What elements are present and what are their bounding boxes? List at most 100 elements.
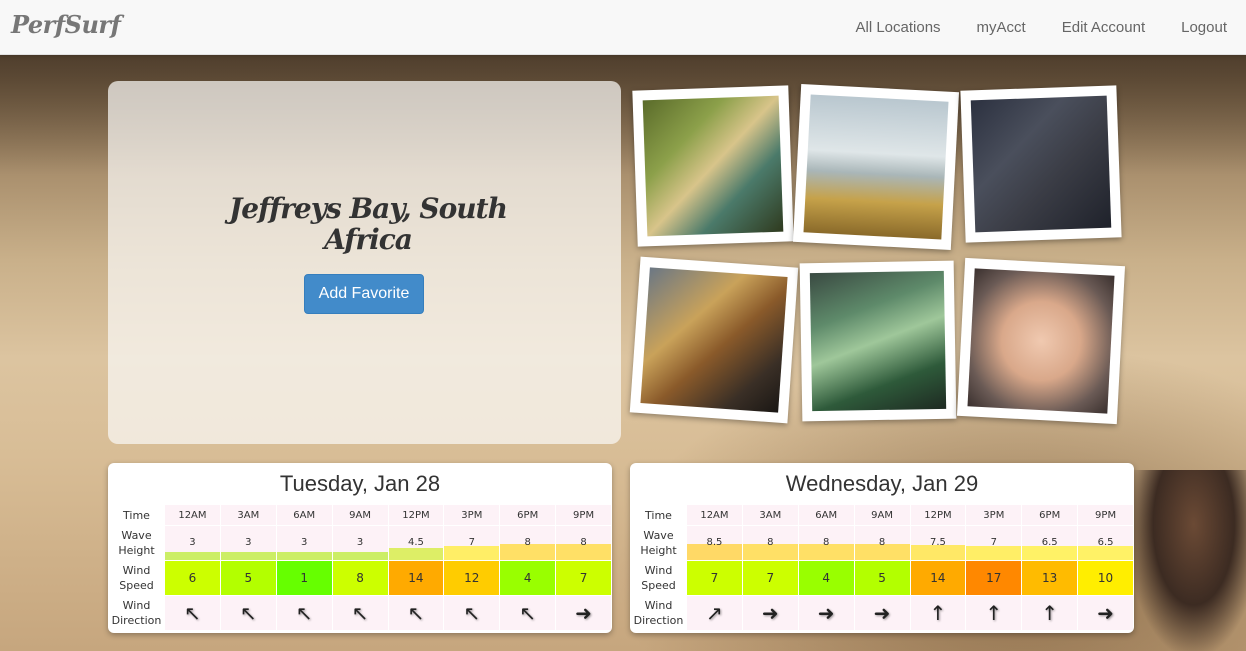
wave-height-value: 8 bbox=[823, 536, 830, 548]
nav-myacct-link[interactable]: myAcct bbox=[977, 19, 1026, 36]
time-cell: 6PM bbox=[500, 505, 556, 525]
wind-speed-cell: 5 bbox=[220, 561, 276, 595]
time-cell: 12PM bbox=[910, 505, 966, 525]
wind-speed-cell: 4 bbox=[500, 561, 556, 595]
wind-direction-cell: ↑ bbox=[966, 596, 1022, 630]
wind-direction-label: Wind Direction bbox=[631, 596, 686, 630]
wave-height-bar bbox=[966, 546, 1022, 560]
nav-all-locations-link[interactable]: All Locations bbox=[855, 19, 940, 36]
forecast-day-title: Tuesday, Jan 28 bbox=[279, 471, 441, 496]
time-cell: 6AM bbox=[276, 505, 332, 525]
time-row: Time 12AM 3AM 6AM 9AM 12PM 3PM 6PM 9PM bbox=[109, 505, 611, 525]
time-cell: 12AM bbox=[165, 505, 220, 525]
wind-speed-cell: 12 bbox=[444, 561, 500, 595]
time-cell: 3PM bbox=[444, 505, 500, 525]
wave-height-value: 3 bbox=[356, 536, 364, 548]
time-cell: 3AM bbox=[742, 505, 798, 525]
location-title: Jeffreys Bay, South Africa bbox=[229, 192, 508, 256]
wind-speed-label: Wind Speed bbox=[631, 561, 686, 595]
wave-height-bar bbox=[332, 552, 388, 560]
brand-logo[interactable]: PerfSurf bbox=[11, 10, 121, 39]
wind-speed-label: Wind Speed bbox=[109, 561, 164, 595]
wind-direction-cell: ➜ bbox=[1078, 596, 1133, 630]
wave-height-cell: 7 bbox=[444, 526, 500, 560]
photo-thumbnail[interactable] bbox=[629, 256, 799, 424]
wave-height-cell: 6.5 bbox=[1078, 526, 1133, 560]
background-surfer-photo bbox=[1130, 470, 1246, 651]
wave-height-cell: 3 bbox=[276, 526, 332, 560]
arrow-up-icon: ↑ bbox=[1041, 601, 1059, 625]
arrow-up-icon: ↑ bbox=[929, 601, 947, 625]
forecast-table: Time 12AM 3AM 6AM 9AM 12PM 3PM 6PM 9PM Wave Hei… bbox=[108, 504, 612, 631]
wind-speed-cell: 7 bbox=[742, 561, 798, 595]
arrow-right-icon: ➜ bbox=[817, 601, 835, 625]
wind-speed-cell: 14 bbox=[910, 561, 966, 595]
wind-direction-cell: ↖ bbox=[165, 596, 220, 630]
add-favorite-button[interactable]: Add Favorite bbox=[304, 274, 424, 314]
wind-speed-cell: 13 bbox=[1022, 561, 1078, 595]
wave-height-label: Wave Height bbox=[109, 526, 164, 560]
photo-image bbox=[640, 267, 788, 413]
wind-direction-cell: ➜ bbox=[798, 596, 854, 630]
photo-image bbox=[967, 268, 1115, 414]
wind-speed-cell: 10 bbox=[1078, 561, 1133, 595]
arrow-up-right-icon: ↗ bbox=[706, 601, 723, 625]
wave-height-bar bbox=[1078, 546, 1133, 560]
wave-height-value: 3 bbox=[301, 536, 308, 548]
nav-links: All Locations myAcct Edit Account Logout bbox=[819, 19, 1227, 36]
time-cell: 9AM bbox=[332, 505, 388, 525]
wind-speed-row: Wind Speed 7 7 4 5 14 17 13 10 bbox=[631, 561, 1133, 595]
wave-height-cell: 3 bbox=[332, 526, 388, 560]
photo-thumbnail[interactable] bbox=[960, 85, 1122, 243]
nav-edit-account-link[interactable]: Edit Account bbox=[1062, 19, 1145, 36]
photo-thumbnail[interactable] bbox=[956, 257, 1126, 425]
time-cell: 3PM bbox=[966, 505, 1022, 525]
arrow-up-left-icon: ↖ bbox=[184, 601, 201, 625]
arrow-up-left-icon: ↖ bbox=[239, 601, 257, 625]
wave-height-bar bbox=[220, 552, 276, 560]
photo-image bbox=[642, 95, 784, 237]
wind-direction-cell: ↖ bbox=[276, 596, 332, 630]
arrow-up-left-icon: ↖ bbox=[295, 601, 313, 625]
time-cell: 3AM bbox=[220, 505, 276, 525]
time-row: Time 12AM 3AM 6AM 9AM 12PM 3PM 6PM 9PM bbox=[631, 505, 1133, 525]
wave-height-value: 6.5 bbox=[1041, 536, 1058, 548]
wave-height-cell: 4.5 bbox=[388, 526, 444, 560]
time-cell: 6AM bbox=[798, 505, 854, 525]
wave-height-label: Wave Height bbox=[631, 526, 686, 560]
wind-speed-cell: 4 bbox=[798, 561, 854, 595]
nav-logout-link[interactable]: Logout bbox=[1181, 19, 1227, 36]
wave-height-value: 7 bbox=[990, 536, 997, 548]
wind-direction-row: Wind Direction ↖ ↖ ↖ ↖ ↖ ↖ ↖ ➜ bbox=[109, 596, 611, 630]
wave-height-bar bbox=[388, 548, 444, 560]
wave-height-value: 8 bbox=[767, 536, 774, 548]
photo-thumbnail[interactable] bbox=[799, 260, 957, 422]
arrow-up-left-icon: ↖ bbox=[351, 601, 369, 625]
photo-thumbnail[interactable] bbox=[632, 85, 794, 247]
forecast-table: Time 12AM 3AM 6AM 9AM 12PM 3PM 6PM 9PM Wave Hei… bbox=[630, 504, 1134, 631]
time-label: Time bbox=[631, 505, 686, 525]
wave-height-bar bbox=[1022, 546, 1078, 560]
wind-direction-cell: ↖ bbox=[444, 596, 500, 630]
time-label: Time bbox=[109, 505, 164, 525]
time-cell: 12AM bbox=[687, 505, 742, 525]
forecast-card: Tuesday, Jan 28 Time 12AM 3AM 6AM 9AM 12PM 3P… bbox=[108, 463, 612, 633]
wave-height-cell: 3 bbox=[165, 526, 220, 560]
wave-height-cell: 8 bbox=[854, 526, 910, 560]
wind-speed-cell: 17 bbox=[966, 561, 1022, 595]
wave-height-cell: 8 bbox=[798, 526, 854, 560]
wind-speed-cell: 7 bbox=[556, 561, 611, 595]
forecast-card: Wednesday, Jan 29 Time 12AM 3AM 6AM 9AM 12PM… bbox=[630, 463, 1134, 633]
wave-height-value: 3 bbox=[245, 536, 252, 548]
arrow-right-icon: ➜ bbox=[575, 601, 592, 625]
wave-height-value: 7 bbox=[468, 536, 475, 548]
wave-height-row: Wave Height 8.5 8 8 8 7.5 7 6.5 6.5 bbox=[631, 526, 1133, 560]
wave-height-value: 8 bbox=[878, 536, 886, 548]
wave-height-cell: 8 bbox=[742, 526, 798, 560]
photo-thumbnail[interactable] bbox=[792, 83, 960, 251]
arrow-right-icon: ➜ bbox=[761, 601, 779, 625]
wave-height-value: 7.5 bbox=[929, 536, 946, 548]
wind-direction-cell: ↗ bbox=[687, 596, 742, 630]
wave-height-value: 4.5 bbox=[407, 536, 424, 548]
wind-direction-cell: ↑ bbox=[910, 596, 966, 630]
